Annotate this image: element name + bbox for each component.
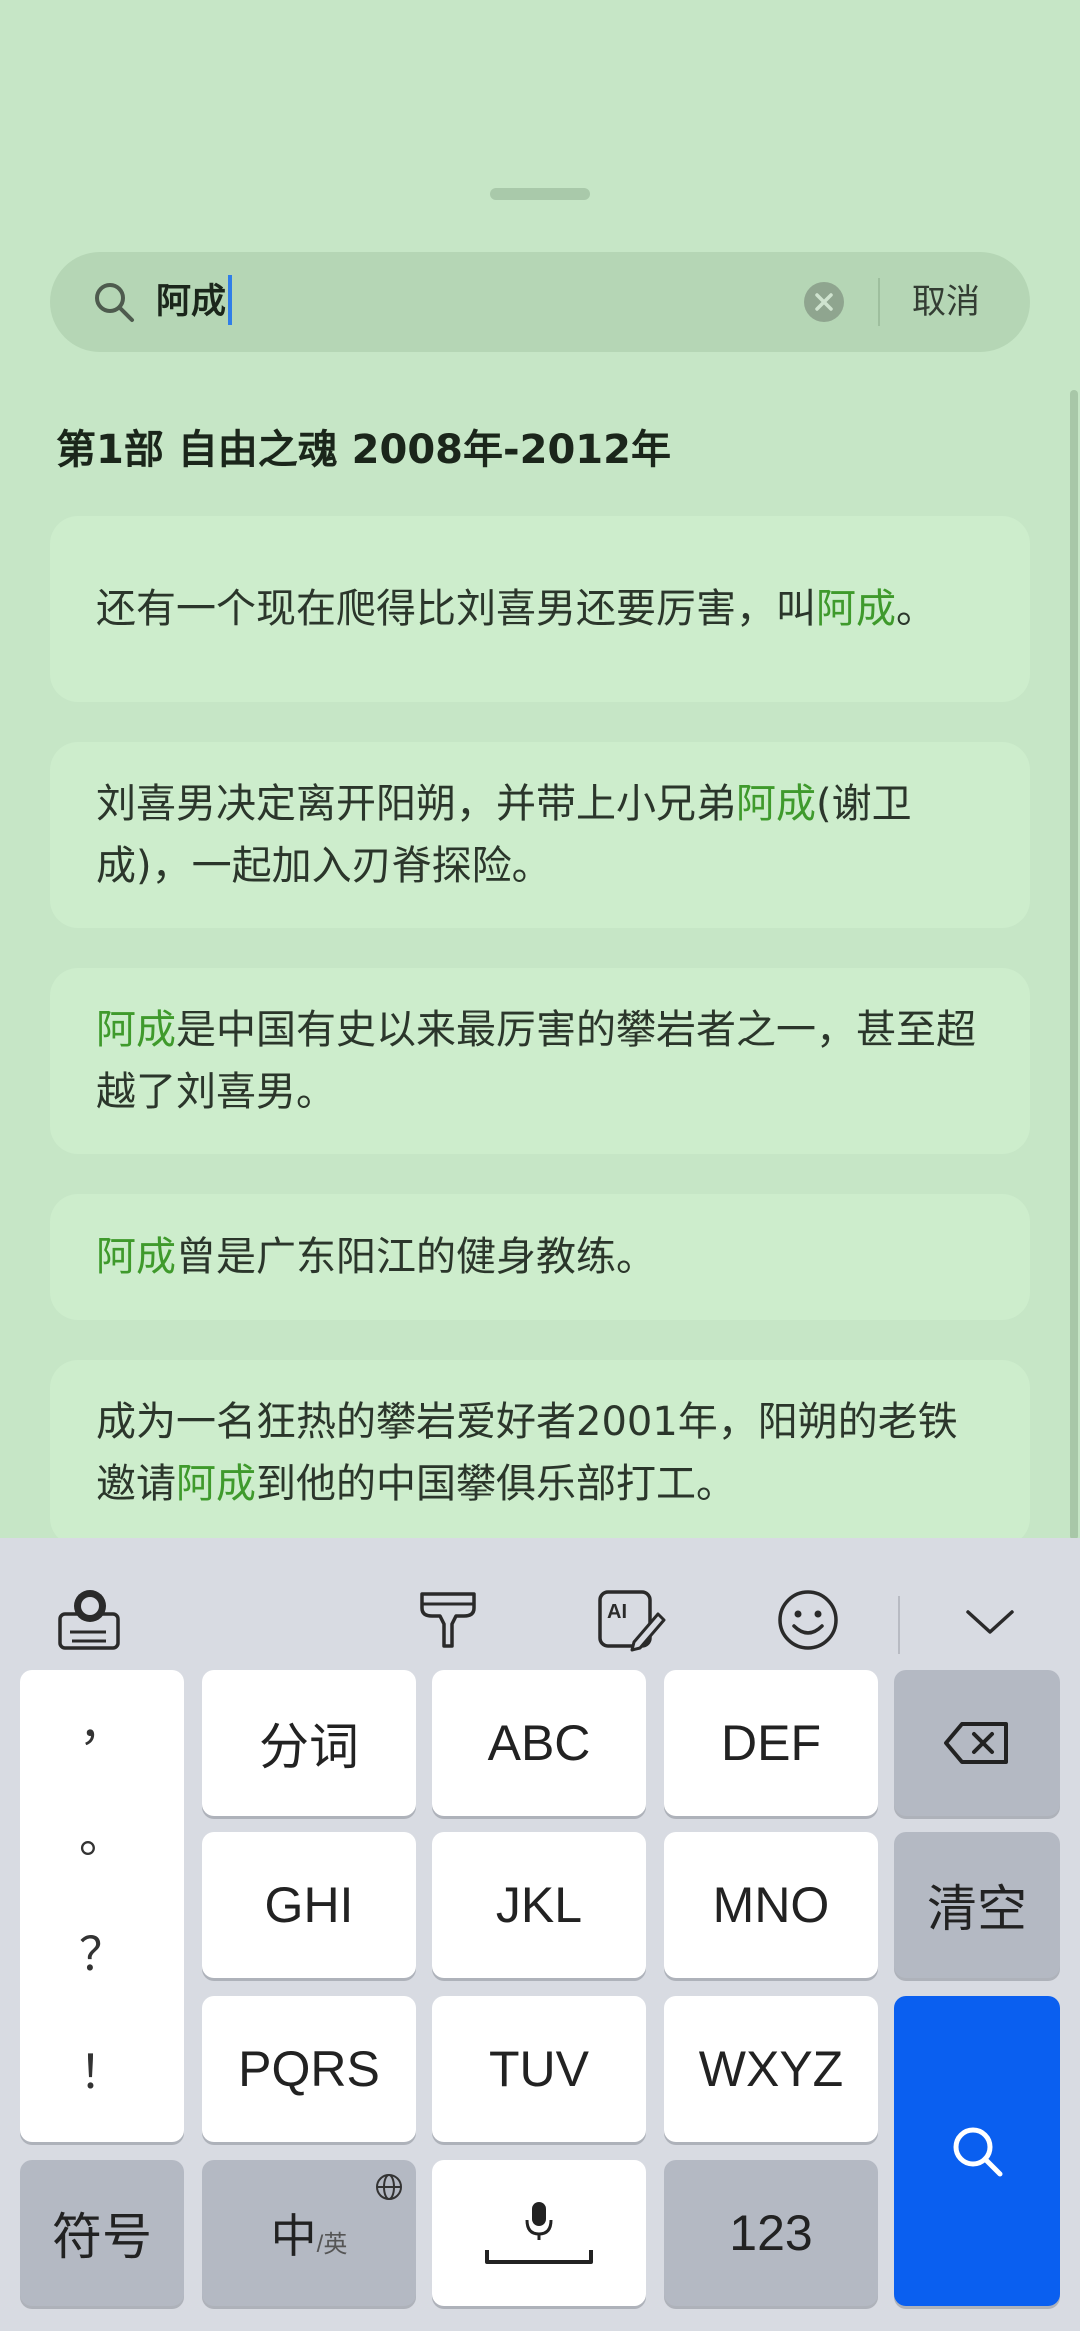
microphone-space-icon xyxy=(485,2202,593,2264)
globe-icon xyxy=(376,2174,402,2200)
search-submit-button[interactable] xyxy=(894,1996,1060,2306)
svg-text:AI: AI xyxy=(607,1601,627,1623)
numbers-button[interactable]: 123 xyxy=(664,2160,878,2306)
sheet-grab-handle[interactable] xyxy=(490,188,590,200)
punct-key[interactable]: ， xyxy=(20,1688,184,1754)
backspace-icon xyxy=(944,1722,1008,1764)
clear-button[interactable]: 清空 xyxy=(894,1832,1060,1978)
collapse-chevron-icon[interactable] xyxy=(954,1584,1026,1656)
clear-search-icon[interactable] xyxy=(802,280,846,324)
key-jkl[interactable]: JKL xyxy=(432,1832,646,1978)
search-icon xyxy=(95,283,134,322)
result-text: 成为一名狂热的攀岩爱好者2001年，阳朔的老铁邀请阿成到他的中国攀俱乐部打工。 xyxy=(96,1399,958,1507)
punct-key[interactable]: ！ xyxy=(20,2036,184,2102)
toolbar-divider xyxy=(898,1596,900,1654)
key-wxyz[interactable]: WXYZ xyxy=(664,1996,878,2142)
text-caret xyxy=(228,275,233,325)
key-ghi[interactable]: GHI xyxy=(202,1832,416,1978)
symbols-button[interactable]: 符号 xyxy=(20,2160,184,2306)
search-divider xyxy=(878,278,880,326)
language-main: 中 xyxy=(270,2210,317,2262)
brush-icon[interactable] xyxy=(412,1584,484,1656)
result-text: 阿成曾是广东阳江的健身教练。 xyxy=(96,1234,656,1280)
ai-write-icon[interactable]: AI xyxy=(594,1584,666,1656)
result-card[interactable]: 阿成曾是广东阳江的健身教练。 xyxy=(50,1194,1030,1320)
match-highlight: 阿成 xyxy=(96,1234,176,1280)
result-card[interactable]: 还有一个现在爬得比刘喜男还要厉害，叫阿成。 xyxy=(50,516,1030,702)
result-card[interactable]: 刘喜男决定离开阳朔，并带上小兄弟阿成(谢卫成)，一起加入刃脊探险。 xyxy=(50,742,1030,928)
emoji-icon[interactable] xyxy=(772,1584,844,1656)
keyboard-settings-icon[interactable] xyxy=(54,1584,126,1656)
result-text: 刘喜男决定离开阳朔，并带上小兄弟阿成(谢卫成)，一起加入刃脊探险。 xyxy=(96,781,912,889)
result-text: 阿成是中国有史以来最厉害的攀岩者之一，甚至超越了刘喜男。 xyxy=(96,1007,976,1115)
key-segment[interactable]: 分词 xyxy=(202,1670,416,1816)
punctuation-column[interactable]: ， 。 ？ ！ xyxy=(20,1670,184,2142)
result-text: 还有一个现在爬得比刘喜男还要厉害，叫阿成。 xyxy=(96,586,936,632)
search-query: 阿成 xyxy=(156,282,227,322)
space-bar[interactable] xyxy=(432,2160,646,2306)
key-tuv[interactable]: TUV xyxy=(432,1996,646,2142)
punct-key[interactable]: ？ xyxy=(20,1918,184,1984)
key-abc[interactable]: ABC xyxy=(432,1670,646,1816)
search-bar: 阿成 取消 xyxy=(50,252,1030,352)
language-sub: /英 xyxy=(316,2230,348,2258)
search-input[interactable]: 阿成 xyxy=(156,274,233,330)
cancel-button[interactable]: 取消 xyxy=(912,274,980,330)
result-card[interactable]: 阿成是中国有史以来最厉害的攀岩者之一，甚至超越了刘喜男。 xyxy=(50,968,1030,1154)
match-highlight: 阿成 xyxy=(816,586,896,632)
key-pqrs[interactable]: PQRS xyxy=(202,1996,416,2142)
match-highlight: 阿成 xyxy=(96,1007,176,1053)
search-icon xyxy=(953,2127,1003,2177)
punct-key[interactable]: 。 xyxy=(20,1800,184,1866)
key-def[interactable]: DEF xyxy=(664,1670,878,1816)
backspace-button[interactable] xyxy=(894,1670,1060,1816)
scrollbar[interactable] xyxy=(1070,390,1078,1540)
result-card[interactable]: 成为一名狂热的攀岩爱好者2001年，阳朔的老铁邀请阿成到他的中国攀俱乐部打工。 xyxy=(50,1360,1030,1546)
match-highlight: 阿成 xyxy=(736,781,816,827)
key-mno[interactable]: MNO xyxy=(664,1832,878,1978)
match-highlight: 阿成 xyxy=(176,1461,256,1507)
section-title: 第1部 自由之魂 2008年-2012年 xyxy=(56,427,671,473)
language-toggle-button[interactable]: 中/英 xyxy=(202,2160,416,2306)
